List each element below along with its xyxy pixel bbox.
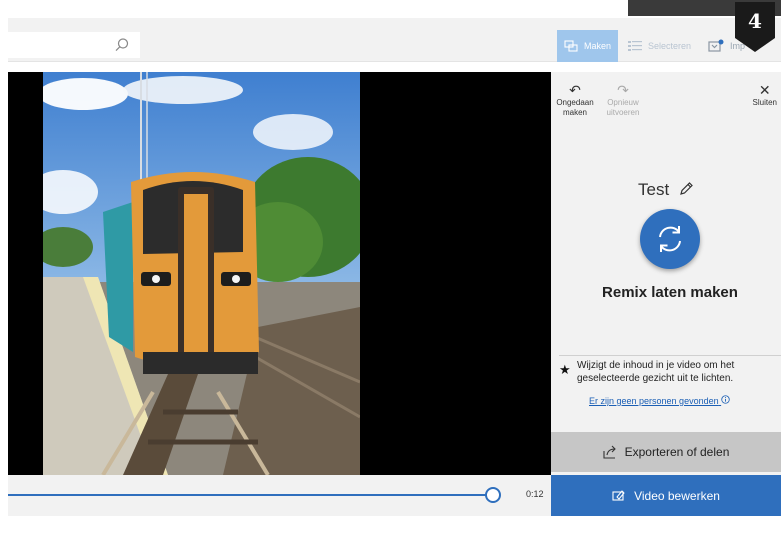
timeline-track[interactable] [8,494,493,496]
close-icon: ✕ [758,82,771,98]
redo-button[interactable]: ↷ Opnieuw uitvoeren [599,82,647,118]
selecteren-icon [628,41,642,51]
remix-button[interactable] [640,209,700,269]
close-button[interactable]: ✕ Sluiten [753,82,777,107]
remix-panel: ↶ Ongedaan maken ↷ Opnieuw uitvoeren ✕ S… [551,72,781,516]
playback-timeline: 0:12 [8,475,551,516]
undo-icon: ↶ [569,82,581,98]
pencil-icon[interactable] [678,181,694,197]
app-toolbar: Maken Selecteren Imp [8,18,781,62]
playback-time: 0:12 [526,489,544,499]
no-people-link-text: Er zijn geen personen gevonden [589,396,719,406]
remix-info-text: Wijzigt de inhoud in je video om het ges… [577,360,735,384]
close-label: Sluiten [752,98,777,107]
search-input[interactable] [8,32,108,58]
project-title-text: Test [638,180,670,199]
edit-video-button[interactable]: Video bewerken [551,475,781,516]
undo-button[interactable]: ↶ Ongedaan maken [551,82,599,118]
undo-label: Ongedaan maken [556,98,594,117]
no-people-link[interactable]: Er zijn geen personen gevonden [589,395,730,406]
remix-icon [659,226,681,252]
export-share-button[interactable]: Exporteren of delen [551,432,781,472]
search-box[interactable] [8,32,140,58]
search-icon [115,38,129,52]
star-icon: ★ [559,362,571,377]
redo-icon: ↷ [617,82,629,98]
step-badge-number: 4 [748,9,762,33]
info-icon[interactable] [721,395,730,404]
train-photo [43,72,360,475]
maken-label: Maken [583,41,611,51]
video-preview[interactable] [8,72,551,475]
export-label: Exporteren of delen [624,445,730,459]
export-icon [603,445,616,459]
step-badge: 4 [735,2,775,52]
timeline-scrubber[interactable] [485,487,501,503]
edit-video-icon [612,490,625,501]
selecteren-label: Selecteren [648,41,692,51]
importeren-icon [708,39,724,52]
redo-label: Opnieuw uitvoeren [606,98,640,117]
panel-divider [559,355,781,356]
selecteren-button[interactable]: Selecteren [621,30,701,62]
remix-label: Remix laten maken [602,284,738,301]
maken-icon [564,40,578,52]
edit-video-label: Video bewerken [634,488,720,503]
maken-button[interactable]: Maken [557,30,618,62]
project-title[interactable]: Test [551,180,781,200]
